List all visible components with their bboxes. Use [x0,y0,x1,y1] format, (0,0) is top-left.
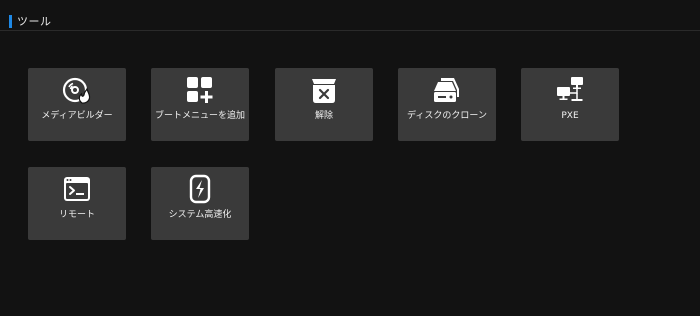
disk-clone-icon [432,75,462,105]
disk-clone-tile[interactable]: ディスクのクローン [398,68,496,141]
remote-tile[interactable]: リモート [28,167,126,240]
uninstall-box-icon [309,75,339,105]
remote-label: リモート [58,210,95,220]
network-computers-icon [555,75,585,105]
add-boot-menu-tile[interactable]: ブートメニューを追加 [151,68,249,141]
add-boot-menu-label: ブートメニューを追加 [154,111,245,121]
media-builder-tile[interactable]: メディアビルダー [28,68,126,141]
pxe-tile[interactable]: PXE [521,68,619,141]
section-header: ツール [0,0,700,31]
speedup-icon [185,174,215,204]
section-title: ツール [17,15,52,28]
uninstall-label: 解除 [314,111,333,121]
pxe-label: PXE [561,111,579,121]
terminal-window-icon [62,174,92,204]
system-speedup-tile[interactable]: システム高速化 [151,167,249,240]
system-speedup-label: システム高速化 [168,210,232,220]
section-accent-bar [9,15,12,28]
add-grid-icon [185,75,215,105]
media-builder-label: メディアビルダー [41,111,113,121]
disc-burn-icon [62,75,92,105]
disk-clone-label: ディスクのクローン [407,111,487,121]
uninstall-tile[interactable]: 解除 [275,68,373,141]
